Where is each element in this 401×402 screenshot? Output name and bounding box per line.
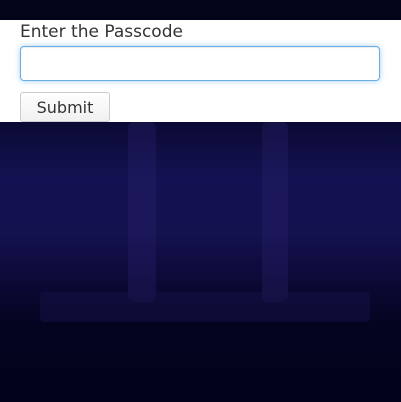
passcode-page: Enter the Passcode Submit (0, 0, 401, 402)
background-pillar-left (128, 122, 156, 302)
passcode-label: Enter the Passcode (20, 22, 183, 42)
background-skyline (40, 292, 370, 322)
top-dark-strip (0, 0, 401, 20)
background-scene (0, 122, 401, 402)
background-pillar-right (262, 122, 288, 302)
submit-button[interactable]: Submit (20, 92, 110, 122)
passcode-input[interactable] (20, 46, 380, 81)
passcode-form: Enter the Passcode Submit (0, 20, 401, 122)
